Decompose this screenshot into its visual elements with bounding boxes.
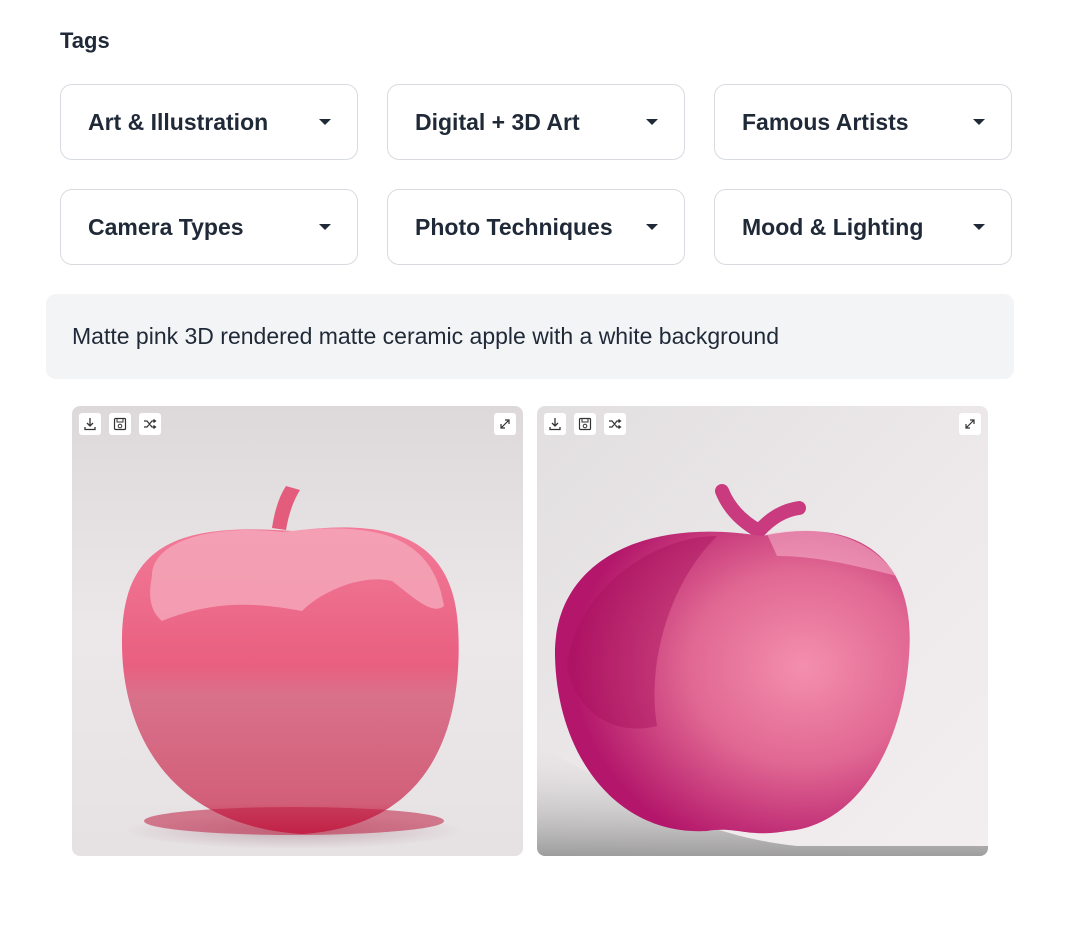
chevron-down-icon — [973, 119, 985, 125]
matte-magenta-apple-image — [537, 406, 988, 856]
dropdown-label: Photo Techniques — [415, 213, 613, 240]
shuffle-icon — [144, 419, 157, 429]
expand-button[interactable] — [959, 413, 981, 435]
expand-icon — [500, 419, 510, 429]
save-icon — [578, 417, 592, 431]
save-icon — [113, 417, 127, 431]
chevron-down-icon — [973, 224, 985, 230]
chevron-down-icon — [319, 224, 331, 230]
shuffle-button[interactable] — [139, 413, 161, 435]
dropdown-famous-artists[interactable]: Famous Artists — [714, 84, 1012, 160]
dropdown-digital-3d-art[interactable]: Digital + 3D Art — [387, 84, 685, 160]
dropdown-label: Art & Illustration — [88, 108, 269, 135]
dropdown-label: Digital + 3D Art — [415, 108, 580, 135]
save-button[interactable] — [574, 413, 596, 435]
tags-heading: Tags — [60, 28, 110, 53]
dropdown-label: Mood & Lighting — [742, 213, 924, 240]
dropdown-label: Camera Types — [88, 213, 244, 240]
expand-button[interactable] — [494, 413, 516, 435]
glossy-pink-apple-image — [72, 406, 523, 856]
dropdown-photo-techniques[interactable]: Photo Techniques — [387, 189, 685, 265]
expand-icon — [965, 419, 975, 429]
generated-image-2[interactable] — [537, 406, 988, 856]
chevron-down-icon — [646, 119, 658, 125]
shuffle-button[interactable] — [604, 413, 626, 435]
download-button[interactable] — [544, 413, 566, 435]
image-toolbar — [79, 413, 161, 435]
generated-image-1[interactable] — [72, 406, 523, 856]
shuffle-icon — [609, 419, 622, 429]
dropdown-art-illustration[interactable]: Art & Illustration — [60, 84, 358, 160]
download-button[interactable] — [79, 413, 101, 435]
prompt-text: Matte pink 3D rendered matte ceramic app… — [72, 323, 779, 349]
chevron-down-icon — [646, 224, 658, 230]
download-icon — [84, 418, 96, 431]
image-toolbar — [544, 413, 626, 435]
save-button[interactable] — [109, 413, 131, 435]
chevron-down-icon — [319, 119, 331, 125]
prompt-display: Matte pink 3D rendered matte ceramic app… — [46, 294, 1014, 379]
download-icon — [549, 418, 561, 431]
dropdown-mood-lighting[interactable]: Mood & Lighting — [714, 189, 1012, 265]
dropdown-camera-types[interactable]: Camera Types — [60, 189, 358, 265]
dropdown-label: Famous Artists — [742, 108, 909, 135]
